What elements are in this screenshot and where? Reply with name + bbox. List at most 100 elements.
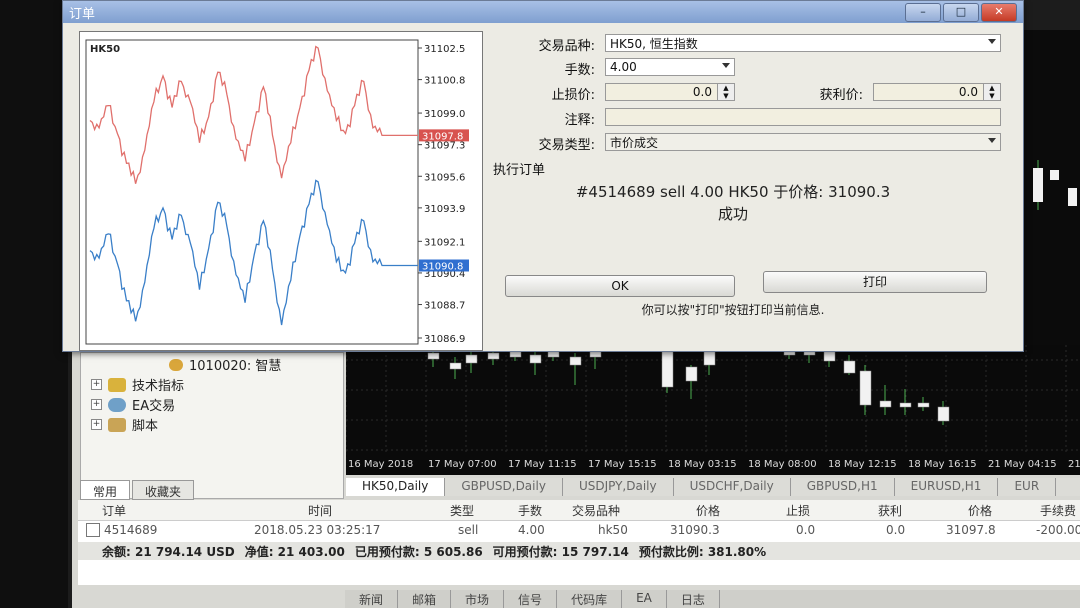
main-price-chart[interactable]: 16 May 2018 17 May 07:00 17 May 11:15 17 Ma…: [346, 345, 1080, 475]
column-header-stoploss[interactable]: 止损: [786, 502, 810, 519]
navigator-item-account[interactable]: 1010020: 智慧: [169, 355, 281, 374]
candle-body: [449, 362, 462, 370]
y-tick-label: 31100.8: [424, 76, 465, 87]
free-margin-text: 可用预付款: 15 797.14: [492, 544, 629, 559]
tab-common[interactable]: 常用: [80, 480, 131, 500]
type-label: 交易类型:: [538, 138, 595, 153]
tab-favorites[interactable]: 收藏夹: [132, 480, 195, 500]
account-icon: [169, 358, 183, 371]
y-tick-label: 31102.5: [424, 44, 465, 55]
time-axis-label: 18 May 12:15: [828, 459, 897, 470]
minimize-button[interactable]: –: [905, 3, 941, 22]
cell-volume: 4.00: [518, 523, 545, 537]
chart-tab[interactable]: USDCHF,Daily: [674, 478, 791, 496]
volume-select[interactable]: 4.00: [605, 58, 735, 76]
candle-body: [879, 400, 892, 408]
column-header-price[interactable]: 价格: [696, 502, 720, 519]
ok-button[interactable]: OK: [505, 275, 735, 297]
terminal-tab[interactable]: 新闻: [345, 590, 399, 608]
column-header-volume[interactable]: 手数: [518, 502, 542, 519]
dialog-title-bar[interactable]: 订单 – □ ✕: [63, 1, 1023, 23]
print-button[interactable]: 打印: [763, 271, 987, 293]
candle: [1068, 188, 1077, 206]
expand-icon[interactable]: +: [91, 419, 102, 430]
expand-icon[interactable]: +: [91, 379, 102, 390]
navigator-tabs: 常用 收藏夹: [80, 480, 342, 500]
comment-input[interactable]: [605, 108, 1001, 126]
candle-body: [661, 350, 674, 388]
candle-body: [465, 354, 478, 364]
stoploss-input[interactable]: 0.0 ▲ ▼: [605, 83, 735, 101]
close-button[interactable]: ✕: [981, 3, 1017, 22]
candle-body: [529, 354, 542, 364]
terminal-tab[interactable]: 市场: [451, 590, 505, 608]
candle-body: [569, 356, 582, 366]
column-header-time[interactable]: 时间: [308, 502, 332, 519]
y-tick-label: 31088.7: [424, 301, 465, 312]
chevron-down-icon: [988, 39, 996, 44]
dialog-title: 订单: [69, 7, 96, 22]
chart-tab[interactable]: EURUSD,H1: [895, 478, 999, 496]
candle-body: [917, 402, 930, 408]
takeprofit-spinner[interactable]: ▲ ▼: [983, 84, 1000, 100]
time-axis-label: 21 May 04:15: [988, 459, 1057, 470]
tick-chart: HK50 31102.5 31100.8 31099.0 31097.3 31095.6 3…: [79, 31, 483, 351]
column-header-current-price[interactable]: 价格: [968, 502, 992, 519]
type-select[interactable]: 市价成交: [605, 133, 1001, 151]
takeprofit-value: 0.0: [958, 85, 978, 99]
chart-tab[interactable]: EUR: [998, 478, 1057, 496]
stoploss-spinner[interactable]: ▲ ▼: [717, 84, 734, 100]
table-row[interactable]: 4514689 2018.05.23 03:25:17 sell 4.00 hk…: [78, 522, 1080, 540]
column-header-commission[interactable]: 手续费: [1040, 502, 1076, 519]
time-axis-label: 18 May 16:15: [908, 459, 977, 470]
terminal-tab[interactable]: 信号: [504, 590, 558, 608]
chart-tab[interactable]: USDJPY,Daily: [563, 478, 674, 496]
symbol-select[interactable]: HK50, 恒生指数: [605, 34, 1001, 52]
terminal-tab[interactable]: 日志: [667, 590, 720, 608]
takeprofit-input[interactable]: 0.0 ▲ ▼: [873, 83, 1001, 101]
margin-level-text: 预付款比例: 381.80%: [638, 544, 767, 559]
time-axis-label: 16 May 2018: [348, 459, 414, 470]
terminal-tab[interactable]: 代码库: [557, 590, 623, 608]
navigator-item-label: 1010020: 智慧: [189, 359, 282, 374]
navigator-item-ea[interactable]: + EA交易: [91, 395, 175, 414]
indicators-icon: [108, 377, 126, 392]
candle: [1033, 168, 1043, 202]
stoploss-label: 止损价:: [551, 88, 595, 103]
equity-text: 净值: 21 403.00: [244, 544, 345, 559]
column-header-takeprofit[interactable]: 获利: [878, 502, 902, 519]
exec-section-label: 执行订单: [493, 163, 546, 178]
expand-icon[interactable]: +: [91, 399, 102, 410]
cell-price: 31090.3: [670, 523, 720, 537]
cell-takeprofit: 0.0: [886, 523, 906, 537]
chart-tab[interactable]: GBPUSD,H1: [791, 478, 895, 496]
candle: [1050, 170, 1059, 180]
order-dialog: 订单 – □ ✕ HK50 31102.5 31100.8 31099.0 31097.…: [62, 0, 1024, 352]
candlestick-chart: [346, 345, 1080, 455]
terminal-tab[interactable]: EA: [622, 590, 667, 608]
chevron-down-icon: [988, 138, 996, 143]
navigator-item-scripts[interactable]: + 脚本: [91, 415, 158, 434]
navigator-item-label: 技术指标: [132, 379, 185, 394]
orders-header: 订单 时间 类型 手数 交易品种 价格 止损 获利 价格 手续费: [78, 500, 1080, 521]
chart-tab[interactable]: GBPUSD,Daily: [445, 478, 563, 496]
candle-body: [937, 406, 950, 422]
y-tick-label: 31092.1: [424, 237, 465, 248]
cell-current-price: 31097.8: [946, 523, 996, 537]
navigator-item-label: 脚本: [132, 419, 159, 434]
cell-time: 2018.05.23 03:25:17: [254, 523, 381, 537]
time-axis-label: 18 May 03:15: [668, 459, 737, 470]
candle-body: [859, 370, 872, 406]
column-header-order[interactable]: 订单: [102, 502, 126, 519]
ask-tag-label: 31097.8: [422, 131, 463, 142]
navigator-panel: 1010020: 智慧 + 技术指标 + EA交易 + 脚本: [80, 352, 344, 499]
time-axis-label: 17 May 11:15: [508, 459, 577, 470]
terminal-tab[interactable]: 邮箱: [398, 590, 452, 608]
maximize-button[interactable]: □: [943, 3, 979, 22]
type-value: 市价成交: [610, 135, 659, 150]
column-header-type[interactable]: 类型: [450, 502, 474, 519]
chart-tab[interactable]: HK50,Daily: [346, 478, 446, 496]
navigator-item-indicators[interactable]: + 技术指标: [91, 375, 184, 394]
column-header-symbol[interactable]: 交易品种: [572, 502, 620, 519]
orders-panel: 订单 时间 类型 手数 交易品种 价格 止损 获利 价格 手续费 4514689…: [78, 500, 1080, 585]
